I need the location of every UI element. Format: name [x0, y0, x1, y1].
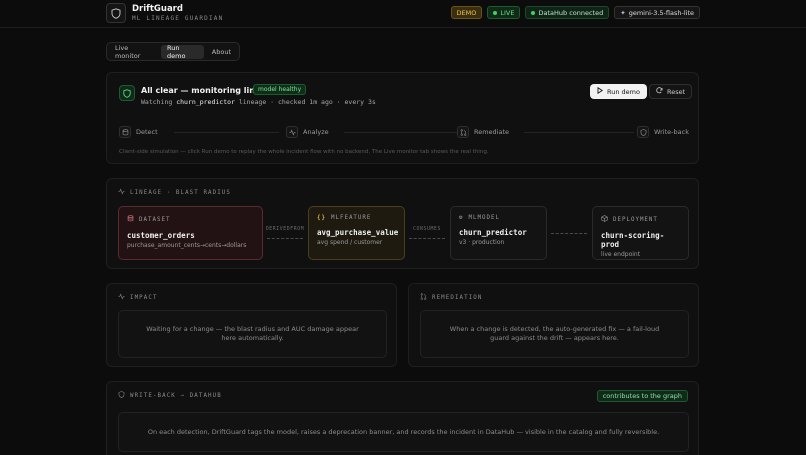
impact-section-label: IMPACT [118, 293, 158, 302]
step-detect: Detect [119, 126, 158, 138]
shield-icon [118, 391, 125, 400]
node-kind: ⚙ MLMODEL [459, 215, 538, 221]
node-kind: {} MLFEATURE [317, 215, 396, 221]
node-name: avg_purchase_value [317, 228, 399, 237]
lineage-node-mlmodel[interactable]: ⚙ MLMODEL churn_predictor v3 · productio… [450, 206, 547, 260]
model-healthy-badge: model healthy [253, 84, 307, 95]
gear-icon: ⚙ [459, 215, 464, 221]
node-kind-label: MLFEATURE [330, 215, 372, 221]
simulation-note: Client-side simulation — click Run demo … [119, 149, 489, 155]
writeback-description: On each detection, DriftGuard tags the m… [118, 412, 689, 452]
lineage-edge-line [409, 238, 445, 239]
node-desc: avg spend / customer [317, 239, 383, 246]
step-remediate-label: Remediate [474, 128, 510, 136]
status-subtitle: Watching churn_predictor lineage · check… [141, 98, 376, 106]
step-remediate: Remediate [457, 126, 509, 138]
remediation-placeholder: When a change is detected, the auto-gene… [420, 310, 689, 358]
live-dot-icon [493, 10, 498, 15]
node-desc: live endpoint [601, 251, 641, 258]
lineage-card: LINEAGE · BLAST RADIUS DATASET customer_… [106, 178, 699, 269]
shield-status-icon [119, 85, 135, 101]
node-kind: DATASET [127, 215, 254, 224]
activity-icon [286, 126, 298, 138]
run-demo-label: Run demo [607, 87, 640, 96]
reset-button[interactable]: Reset [649, 84, 693, 99]
lineage-node-mlfeature[interactable]: {} MLFEATURE avg_purchase_value avg spen… [308, 206, 405, 260]
refresh-icon [656, 87, 663, 96]
database-icon [119, 126, 131, 138]
tab-run-demo[interactable]: Run demo [161, 44, 204, 60]
status-sub-prefix: Watching [141, 98, 173, 106]
run-demo-button[interactable]: Run demo [590, 84, 647, 99]
edge-label-consumes: CONSUMES [413, 227, 441, 232]
status-sub-suffix: lineage · checked 1m ago · every 3s [238, 98, 376, 106]
step-analyze: Analyze [286, 126, 329, 138]
model-badge: ✦ gemini-3.5-flash-lite [614, 6, 700, 19]
remediation-section-label: REMEDIATION [420, 293, 483, 302]
database-icon [127, 215, 134, 224]
datahub-badge-label: DataHub connected [538, 8, 604, 17]
activity-icon [118, 188, 125, 197]
demo-badge: DEMO [450, 6, 483, 19]
shield-icon [637, 126, 649, 138]
sparkle-icon: ✦ [620, 8, 626, 17]
reset-label: Reset [667, 87, 686, 96]
app-header: DriftGuard ML LINEAGE GUARDIAN DEMO LIVE… [0, 0, 806, 28]
step-detect-label: Detect [136, 128, 158, 136]
remediation-label-text: REMEDIATION [432, 294, 483, 301]
step-analyze-label: Analyze [303, 128, 329, 136]
remediation-card: REMEDIATION When a change is detected, t… [408, 283, 699, 367]
step-connector [344, 132, 459, 133]
lineage-label-text: LINEAGE · BLAST RADIUS [130, 189, 231, 196]
step-write-back-label: Write-back [654, 128, 689, 136]
node-kind: DEPLOYMENT [601, 215, 680, 224]
model-badge-label: gemini-3.5-flash-lite [628, 8, 694, 17]
tab-about[interactable]: About [206, 45, 237, 59]
node-kind-label: DATASET [139, 216, 171, 223]
live-badge: LIVE [487, 6, 521, 19]
writeback-label-text: WRITE-BACK → DATAHUB [130, 392, 222, 399]
contributes-badge: contributes to the graph [596, 390, 688, 402]
writeback-card: WRITE-BACK → DATAHUB contributes to the … [106, 381, 699, 455]
node-kind-label: MLMODEL [468, 215, 500, 221]
lineage-node-dataset[interactable]: DATASET customer_orders purchase_amount_… [118, 206, 263, 260]
live-badge-label: LIVE [500, 8, 515, 17]
step-connector [174, 132, 279, 133]
shield-logo-icon [106, 3, 126, 23]
app-subtitle: ML LINEAGE GUARDIAN [132, 15, 224, 22]
impact-placeholder: Waiting for a change — the blast radius … [118, 310, 387, 358]
writeback-section-label: WRITE-BACK → DATAHUB [118, 391, 222, 400]
git-pull-request-icon [420, 293, 427, 302]
demo-badge-label: DEMO [456, 8, 477, 17]
datahub-dot-icon [531, 10, 536, 15]
node-name: customer_orders [127, 231, 195, 240]
activity-icon [118, 293, 125, 302]
node-kind-label: DEPLOYMENT [613, 216, 658, 223]
node-desc: v3 · production [459, 239, 505, 246]
edge-label-derivedfrom: DERIVEDFROM [265, 227, 305, 232]
header-badges: DEMO LIVE DataHub connected ✦ gemini-3.5-… [450, 6, 700, 19]
lineage-edge-line [551, 233, 587, 234]
git-pull-request-icon [457, 126, 469, 138]
status-card: All clear — monitoring lineage model hea… [106, 72, 699, 164]
play-icon [597, 86, 604, 96]
node-name: churn-scoring-prod [601, 231, 665, 249]
braces-icon: {} [317, 215, 326, 221]
datahub-badge: DataHub connected [525, 6, 610, 19]
app-title: DriftGuard [132, 4, 183, 14]
node-desc: purchase_amount_cents→cents→dollars [127, 242, 247, 249]
lineage-node-deployment[interactable]: DEPLOYMENT churn-scoring-prod live endpo… [592, 206, 689, 260]
node-name: churn_predictor [459, 228, 527, 237]
impact-label-text: IMPACT [130, 294, 158, 301]
impact-card: IMPACT Waiting for a change — the blast … [106, 283, 397, 367]
pipeline-steps: Detect Analyze Remediate Write-back [119, 126, 689, 138]
step-write-back: Write-back [637, 126, 689, 138]
tab-live-monitor[interactable]: Live monitor [109, 44, 159, 60]
mode-tabs: Live monitor Run demo About [106, 42, 240, 61]
status-sub-model: churn_predictor [176, 98, 235, 106]
package-icon [601, 215, 608, 224]
lineage-section-label: LINEAGE · BLAST RADIUS [118, 188, 231, 197]
lineage-edge-line [267, 238, 303, 239]
step-connector [524, 132, 634, 133]
